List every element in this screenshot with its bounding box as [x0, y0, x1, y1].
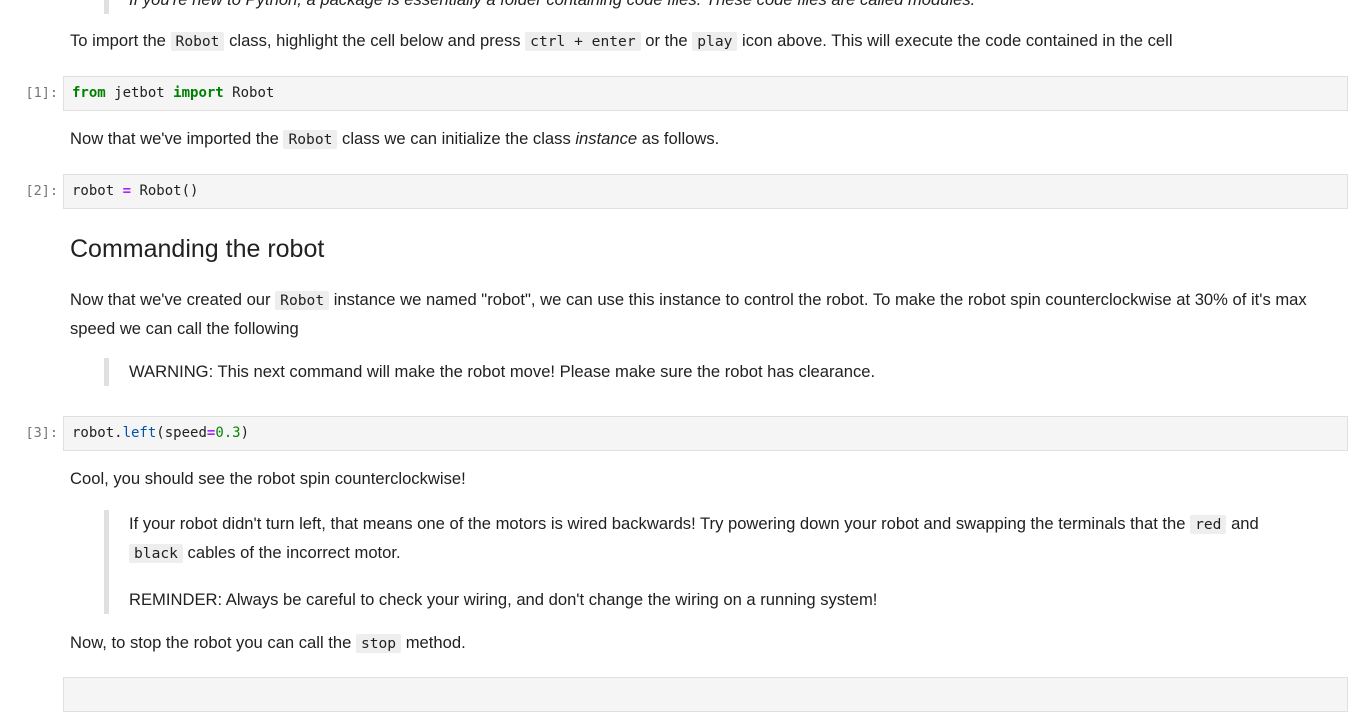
- robot-class-code: Robot: [283, 130, 338, 149]
- code-cell-4[interactable]: [63, 677, 1348, 712]
- reminder-text: REMINDER: Always be careful to check you…: [129, 590, 878, 609]
- section-heading: Commanding the robot: [70, 235, 325, 263]
- ctrl-enter-code: ctrl + enter: [525, 32, 641, 51]
- package-note-quote: If you're new to Python, a package is es…: [104, 0, 1309, 14]
- stop-code: stop: [355, 634, 402, 653]
- import-instructions: To import the Robot class, highlight the…: [70, 31, 1173, 51]
- code-cell-3[interactable]: robot.left(speed=0.3): [63, 416, 1348, 451]
- warning-quote: WARNING: This next command will make the…: [104, 358, 1309, 386]
- control-paragraph: Now that we've created our Robot instanc…: [70, 290, 1307, 338]
- black-code: black: [129, 544, 183, 563]
- cell-3-prompt: [3]:: [25, 425, 58, 441]
- cell-1-prompt: [1]:: [25, 85, 58, 101]
- package-note-text: If you're new to Python, a package is es…: [129, 0, 975, 9]
- wiring-note-text: If your robot didn't turn left, that mea…: [129, 514, 1259, 563]
- robot-class-code: Robot: [275, 291, 330, 310]
- red-code: red: [1190, 515, 1227, 534]
- wiring-note-quote: If your robot didn't turn left, that mea…: [104, 510, 1309, 614]
- cell-2-prompt: [2]:: [25, 183, 58, 199]
- stop-paragraph: Now, to stop the robot you can call the …: [70, 633, 466, 653]
- instance-paragraph: Now that we've imported the Robot class …: [70, 129, 720, 149]
- code-cell-1[interactable]: from jetbot import Robot: [63, 76, 1348, 111]
- result-paragraph: Cool, you should see the robot spin coun…: [70, 469, 466, 488]
- code-cell-2[interactable]: robot = Robot(): [63, 174, 1348, 209]
- robot-class-code: Robot: [170, 32, 225, 51]
- warning-text: WARNING: This next command will make the…: [129, 362, 876, 381]
- play-code: play: [692, 32, 738, 51]
